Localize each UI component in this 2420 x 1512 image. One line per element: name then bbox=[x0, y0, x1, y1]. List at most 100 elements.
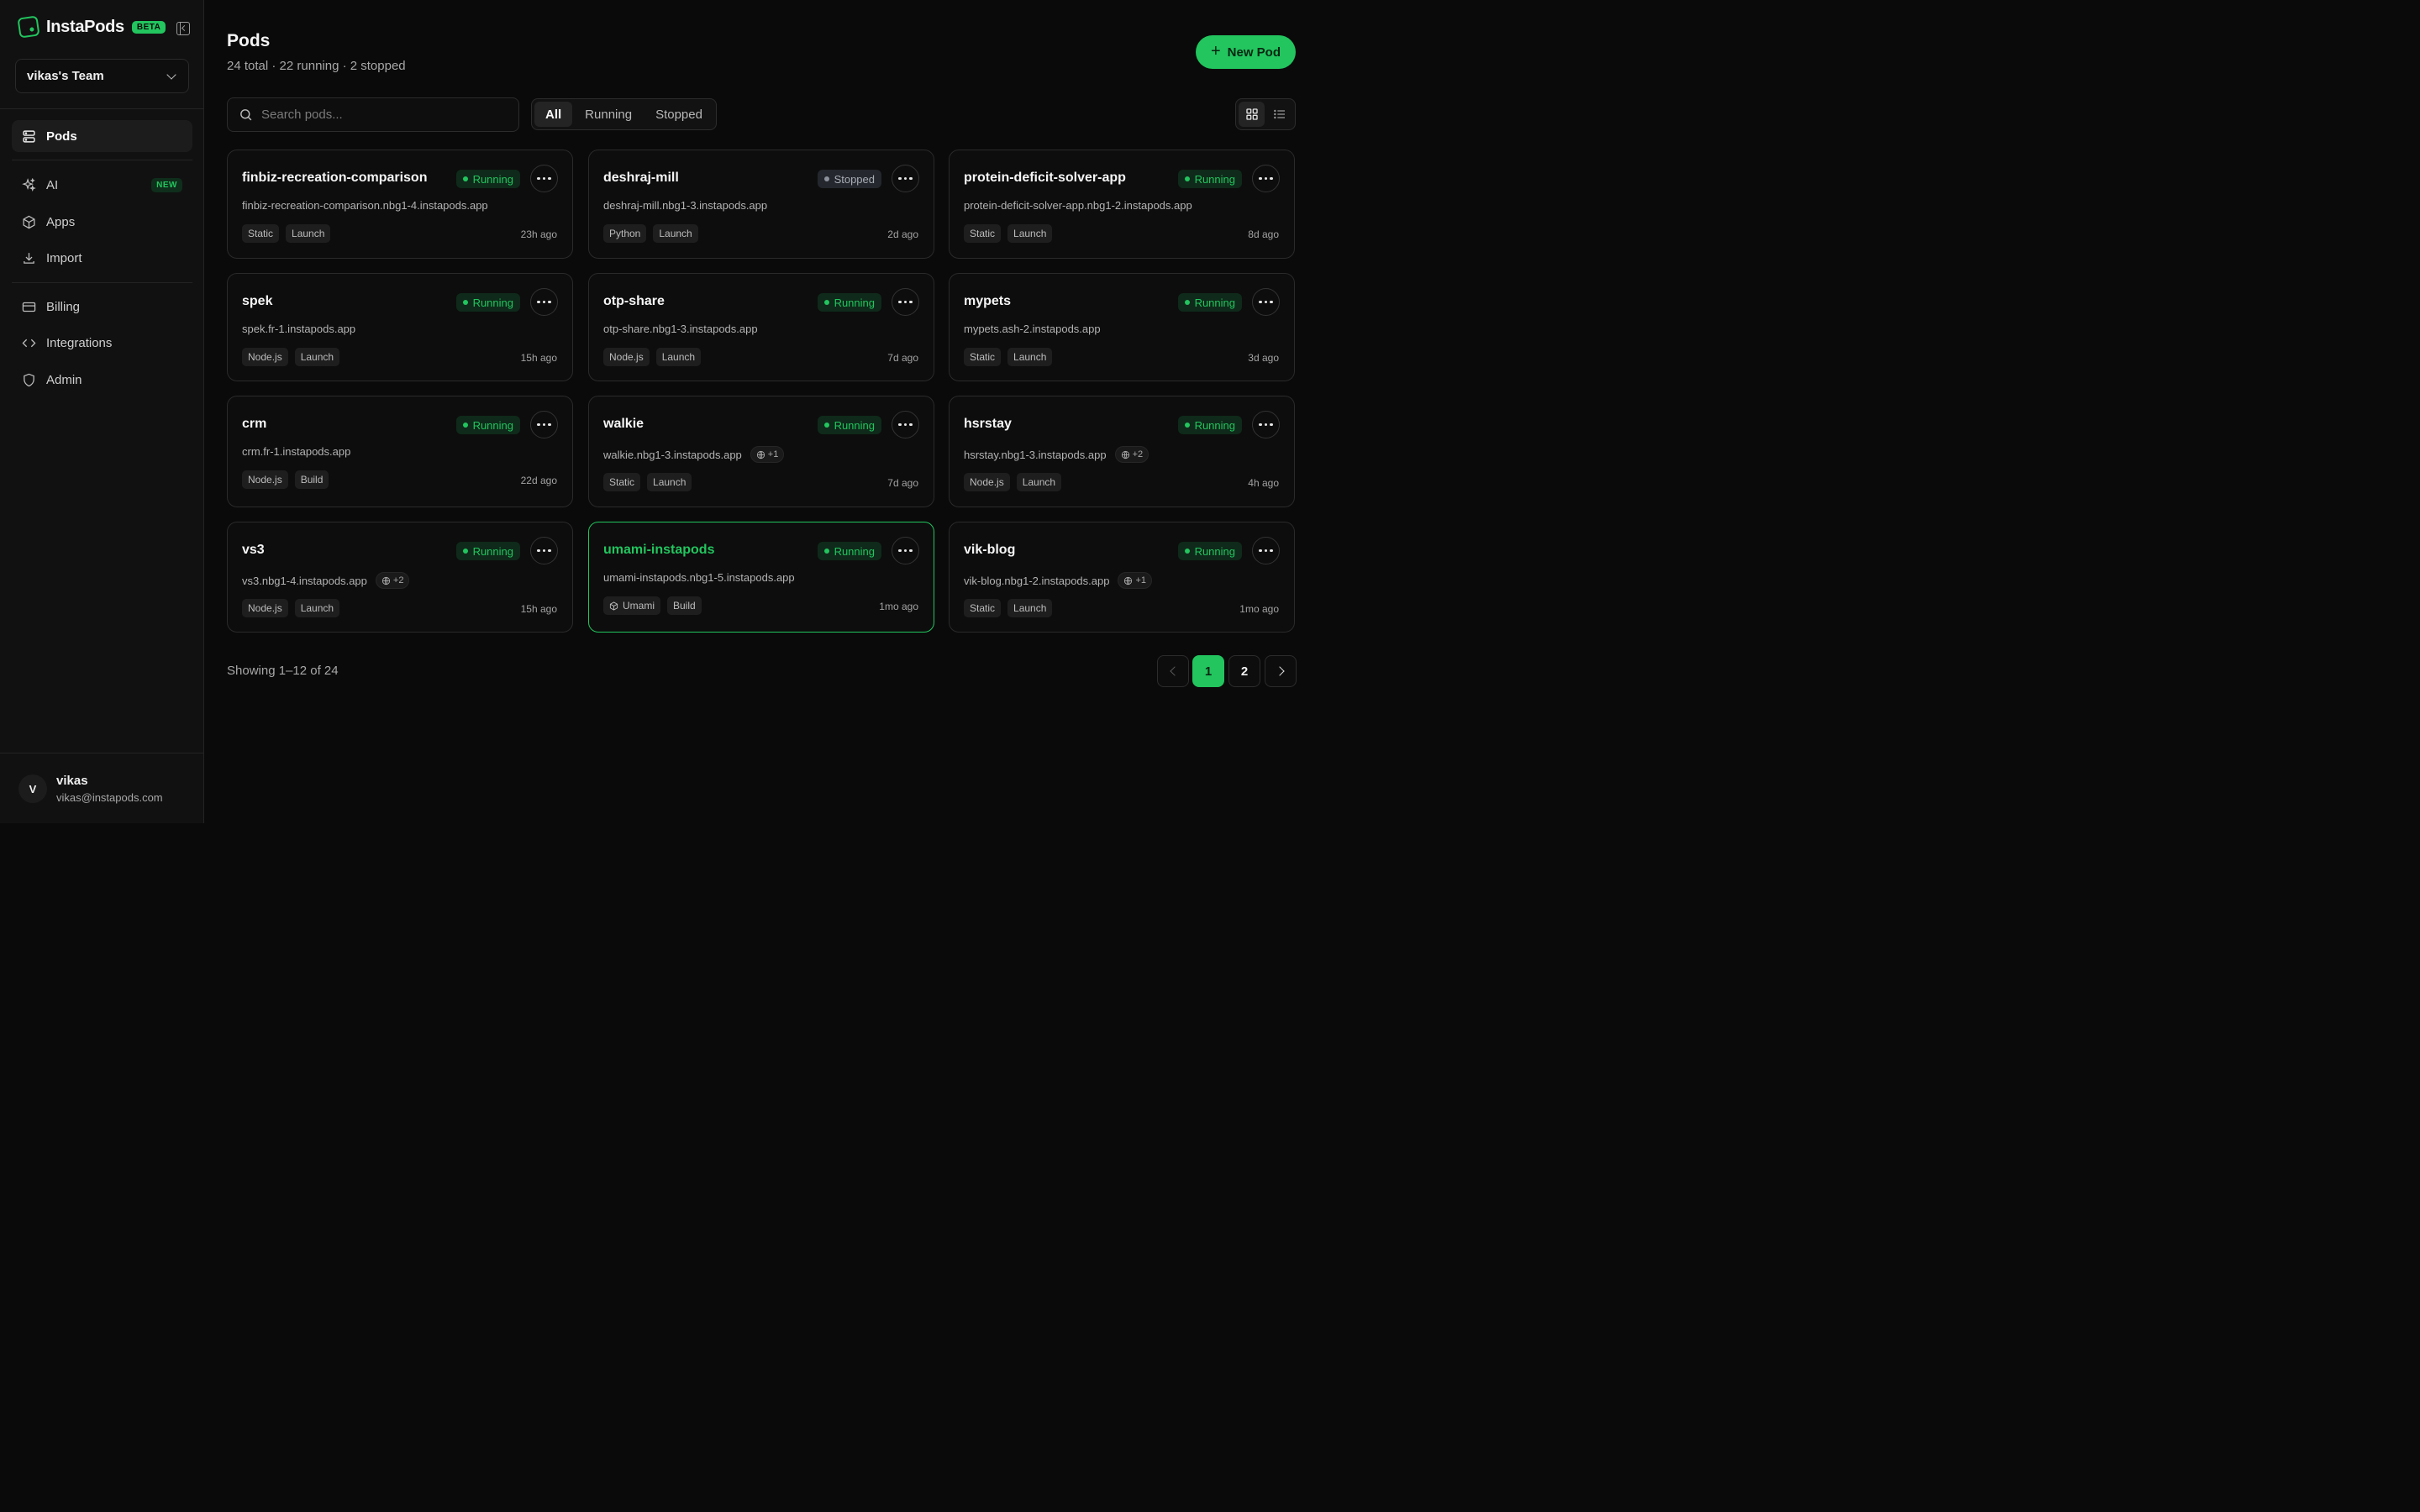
pod-card[interactable]: protein-deficit-solver-app Running protein… bbox=[949, 150, 1295, 259]
pod-card[interactable]: finbiz-recreation-comparison Running finbi… bbox=[227, 150, 573, 259]
pod-card[interactable]: hsrstay Running hsrstay.nbg1-3.instapods.a… bbox=[949, 396, 1295, 507]
grid-view-button[interactable] bbox=[1239, 102, 1265, 127]
pod-card[interactable]: vs3 Running vs3.nbg1-4.instapods.app +2 Node… bbox=[227, 522, 573, 633]
pod-card[interactable]: walkie Running walkie.nbg1-3.instapods.app… bbox=[588, 396, 934, 507]
collapse-sidebar-icon[interactable] bbox=[176, 22, 190, 35]
sidebar-item-label: Pods bbox=[46, 129, 77, 144]
pod-name[interactable]: mypets bbox=[964, 294, 1011, 309]
sidebar-item-import[interactable]: Import bbox=[12, 242, 192, 274]
server-icon bbox=[23, 129, 35, 143]
pod-name[interactable]: otp-share bbox=[603, 294, 665, 309]
pod-tag: Launch bbox=[286, 224, 331, 243]
sidebar-item-billing[interactable]: Billing bbox=[12, 291, 192, 323]
pod-url[interactable]: umami-instapods.nbg1-5.instapods.app bbox=[603, 571, 795, 584]
filter-tab-stopped[interactable]: Stopped bbox=[644, 102, 713, 127]
prev-page-button[interactable] bbox=[1157, 655, 1189, 687]
sidebar-item-integrations[interactable]: Integrations bbox=[12, 327, 192, 359]
pod-card[interactable]: otp-share Running otp-share.nbg1-3.instapo… bbox=[588, 273, 934, 381]
sidebar-item-label: AI bbox=[46, 177, 59, 192]
team-label: vikas's Team bbox=[27, 69, 104, 83]
pod-card[interactable]: crm Running crm.fr-1.instapods.app Node.js B… bbox=[227, 396, 573, 507]
pod-url[interactable]: spek.fr-1.instapods.app bbox=[242, 323, 355, 335]
more-options-button[interactable] bbox=[530, 537, 558, 564]
pod-tag-label: Node.js bbox=[609, 351, 644, 363]
more-options-button[interactable] bbox=[1252, 537, 1280, 564]
extra-domains-chip[interactable]: +1 bbox=[1118, 572, 1152, 589]
more-options-button[interactable] bbox=[530, 288, 558, 316]
next-page-button[interactable] bbox=[1265, 655, 1297, 687]
pod-name[interactable]: crm bbox=[242, 417, 266, 432]
pod-url[interactable]: vs3.nbg1-4.instapods.app bbox=[242, 575, 367, 587]
pod-name[interactable]: spek bbox=[242, 294, 272, 309]
more-options-button[interactable] bbox=[892, 288, 919, 316]
pod-url[interactable]: hsrstay.nbg1-3.instapods.app bbox=[964, 449, 1107, 461]
more-options-button[interactable] bbox=[530, 165, 558, 192]
filter-tab-all[interactable]: All bbox=[534, 102, 573, 127]
chevron-left-icon bbox=[1169, 666, 1180, 676]
user-profile[interactable]: V vikas vikas@instapods.com bbox=[0, 753, 204, 823]
extra-domains-chip[interactable]: +2 bbox=[1114, 446, 1150, 463]
sidebar-item-apps[interactable]: Apps bbox=[12, 206, 192, 238]
more-options-button[interactable] bbox=[1252, 411, 1280, 438]
status-badge: Running bbox=[817, 542, 881, 560]
more-dot bbox=[1270, 549, 1273, 553]
page-button-2[interactable]: 2 bbox=[1228, 655, 1260, 687]
pod-name[interactable]: deshraj-mill bbox=[603, 171, 679, 186]
extra-domains-chip[interactable]: +2 bbox=[375, 572, 410, 589]
sidebar-item-ai[interactable]: AI NEW bbox=[12, 169, 192, 201]
pod-tags: Node.js Launch bbox=[242, 348, 340, 366]
more-options-button[interactable] bbox=[530, 411, 558, 438]
new-pod-button[interactable]: + New Pod bbox=[1196, 35, 1296, 69]
status-badge: Stopped bbox=[817, 170, 881, 188]
shield-icon bbox=[24, 373, 34, 386]
more-dot bbox=[909, 549, 913, 553]
pod-card[interactable]: spek Running spek.fr-1.instapods.app Node.j… bbox=[227, 273, 573, 381]
plus-icon: + bbox=[1210, 42, 1221, 60]
more-options-button[interactable] bbox=[1252, 288, 1280, 316]
pod-card[interactable]: vik-blog Running vik-blog.nbg1-2.instapods… bbox=[949, 522, 1295, 633]
pod-card[interactable]: deshraj-mill Stopped deshraj-mill.nbg1-3.i… bbox=[588, 150, 934, 259]
pod-url[interactable]: protein-deficit-solver-app.nbg1-2.instap… bbox=[964, 199, 1192, 212]
sidebar-divider bbox=[12, 282, 192, 283]
pod-url[interactable]: walkie.nbg1-3.instapods.app bbox=[603, 449, 742, 461]
pod-url-row: crm.fr-1.instapods.app bbox=[242, 445, 350, 458]
pod-name[interactable]: protein-deficit-solver-app bbox=[964, 171, 1126, 186]
pod-name[interactable]: hsrstay bbox=[964, 417, 1012, 432]
pod-tag: Node.js bbox=[242, 348, 288, 366]
list-view-button[interactable] bbox=[1266, 102, 1292, 127]
extra-domains-chip[interactable]: +1 bbox=[750, 446, 785, 463]
pod-url[interactable]: deshraj-mill.nbg1-3.instapods.app bbox=[603, 199, 767, 212]
sidebar-item-admin[interactable]: Admin bbox=[12, 364, 192, 396]
pod-name[interactable]: vs3 bbox=[242, 543, 265, 558]
more-dot bbox=[903, 176, 908, 181]
more-options-button[interactable] bbox=[892, 165, 919, 192]
sidebar-item-pods[interactable]: Pods bbox=[12, 120, 192, 152]
team-selector[interactable]: vikas's Team bbox=[15, 59, 189, 93]
sidebar-divider bbox=[0, 108, 204, 109]
pod-name[interactable]: umami-instapods bbox=[603, 543, 714, 558]
more-dot bbox=[903, 549, 908, 553]
pod-card[interactable]: umami-instapods Running umami-instapods.nb… bbox=[588, 522, 934, 633]
brand[interactable]: InstaPods BETA bbox=[17, 15, 166, 39]
pod-url[interactable]: finbiz-recreation-comparison.nbg1-4.inst… bbox=[242, 199, 488, 212]
more-options-button[interactable] bbox=[892, 411, 919, 438]
more-options-button[interactable] bbox=[892, 537, 919, 564]
pod-name[interactable]: walkie bbox=[603, 417, 644, 432]
page-button-1[interactable]: 1 bbox=[1192, 655, 1224, 687]
pod-name[interactable]: vik-blog bbox=[964, 543, 1015, 558]
pod-name[interactable]: finbiz-recreation-comparison bbox=[242, 171, 427, 186]
pod-tag-label: Static bbox=[970, 228, 996, 239]
filter-tab-running[interactable]: Running bbox=[574, 102, 643, 127]
pod-url[interactable]: mypets.ash-2.instapods.app bbox=[964, 323, 1101, 335]
pod-card[interactable]: mypets Running mypets.ash-2.instapods.app S… bbox=[949, 273, 1295, 381]
pod-tag: Static bbox=[964, 599, 1002, 617]
updated-time: 1mo ago bbox=[1239, 603, 1279, 615]
search-input[interactable] bbox=[261, 108, 497, 122]
pod-url[interactable]: vik-blog.nbg1-2.instapods.app bbox=[964, 575, 1109, 587]
page-title: Pods bbox=[227, 31, 271, 50]
updated-time: 3d ago bbox=[1248, 352, 1279, 364]
chevron-down-icon bbox=[166, 69, 176, 80]
pod-url[interactable]: crm.fr-1.instapods.app bbox=[242, 445, 350, 458]
more-options-button[interactable] bbox=[1252, 165, 1280, 192]
pod-url[interactable]: otp-share.nbg1-3.instapods.app bbox=[603, 323, 758, 335]
